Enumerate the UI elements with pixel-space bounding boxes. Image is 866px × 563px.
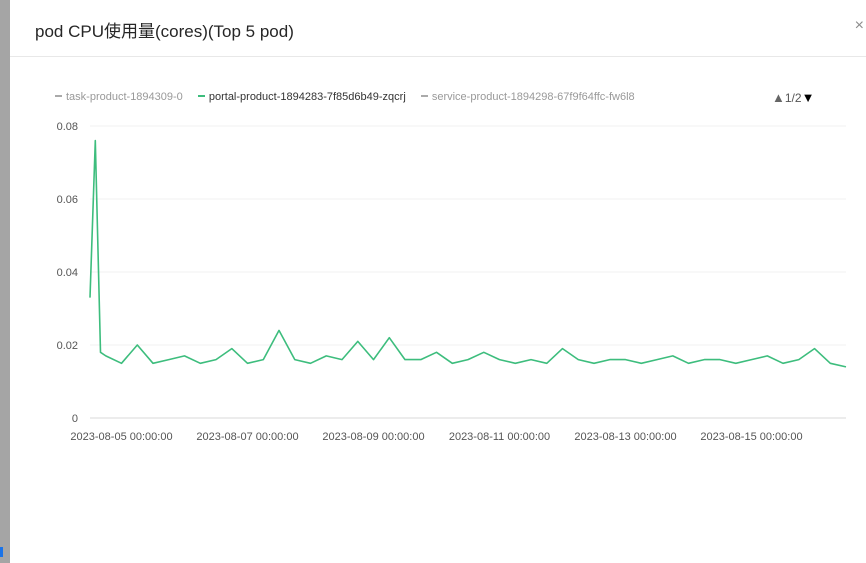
background-page-edge: [0, 0, 10, 563]
y-tick-label: 0.08: [57, 121, 78, 133]
chart-dialog: pod CPU使用量(cores)(Top 5 pod) × task-prod…: [10, 0, 866, 563]
x-tick-label: 2023-08-11 00:00:00: [449, 431, 550, 443]
series-line-portal-product[interactable]: [89, 139, 847, 368]
y-tick-label: 0.06: [57, 194, 78, 206]
background-marker: [0, 547, 3, 557]
x-tick-label: 2023-08-05 00:00:00: [70, 431, 172, 443]
line-chart: 0.080.060.040.020 2023-08-05 00:00:00 202…: [57, 121, 847, 443]
chart-grid: [90, 125, 846, 346]
y-axis-ticks: 0.08 0.06 0.04 0.02 0: [57, 121, 78, 425]
x-tick-label: 2023-08-09 00:00:00: [322, 431, 424, 443]
x-axis-ticks: 2023-08-05 00:00:00 2023-08-07 00:00:00 20…: [70, 431, 802, 443]
chart-series: [89, 139, 847, 368]
x-tick-label: 2023-08-07 00:00:00: [196, 431, 298, 443]
y-tick-label: 0.02: [57, 340, 78, 352]
y-tick-label: 0: [72, 413, 78, 425]
x-tick-label: 2023-08-15 00:00:00: [700, 431, 802, 443]
y-tick-label: 0.04: [57, 267, 78, 279]
x-tick-label: 2023-08-13 00:00:00: [574, 431, 676, 443]
